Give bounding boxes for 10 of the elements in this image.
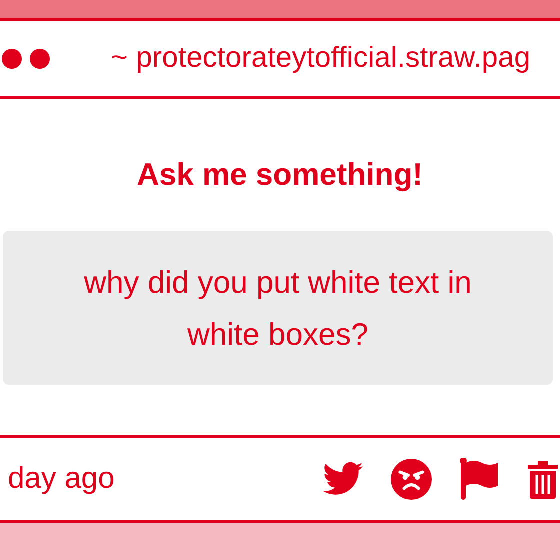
bird-icon[interactable] [323,462,363,496]
window-dot-icon[interactable] [2,48,22,68]
timestamp: day ago [8,462,116,496]
trash-icon[interactable] [528,459,558,499]
address-text: ~ protectorateytofficial.straw.pag [111,42,531,75]
angry-face-icon[interactable] [391,458,432,500]
heading: Ask me something! [136,156,424,194]
window-dot-icon[interactable] [30,48,50,68]
flag-icon[interactable] [460,458,500,500]
question-box: why did you put white text in white boxes? [3,231,553,385]
